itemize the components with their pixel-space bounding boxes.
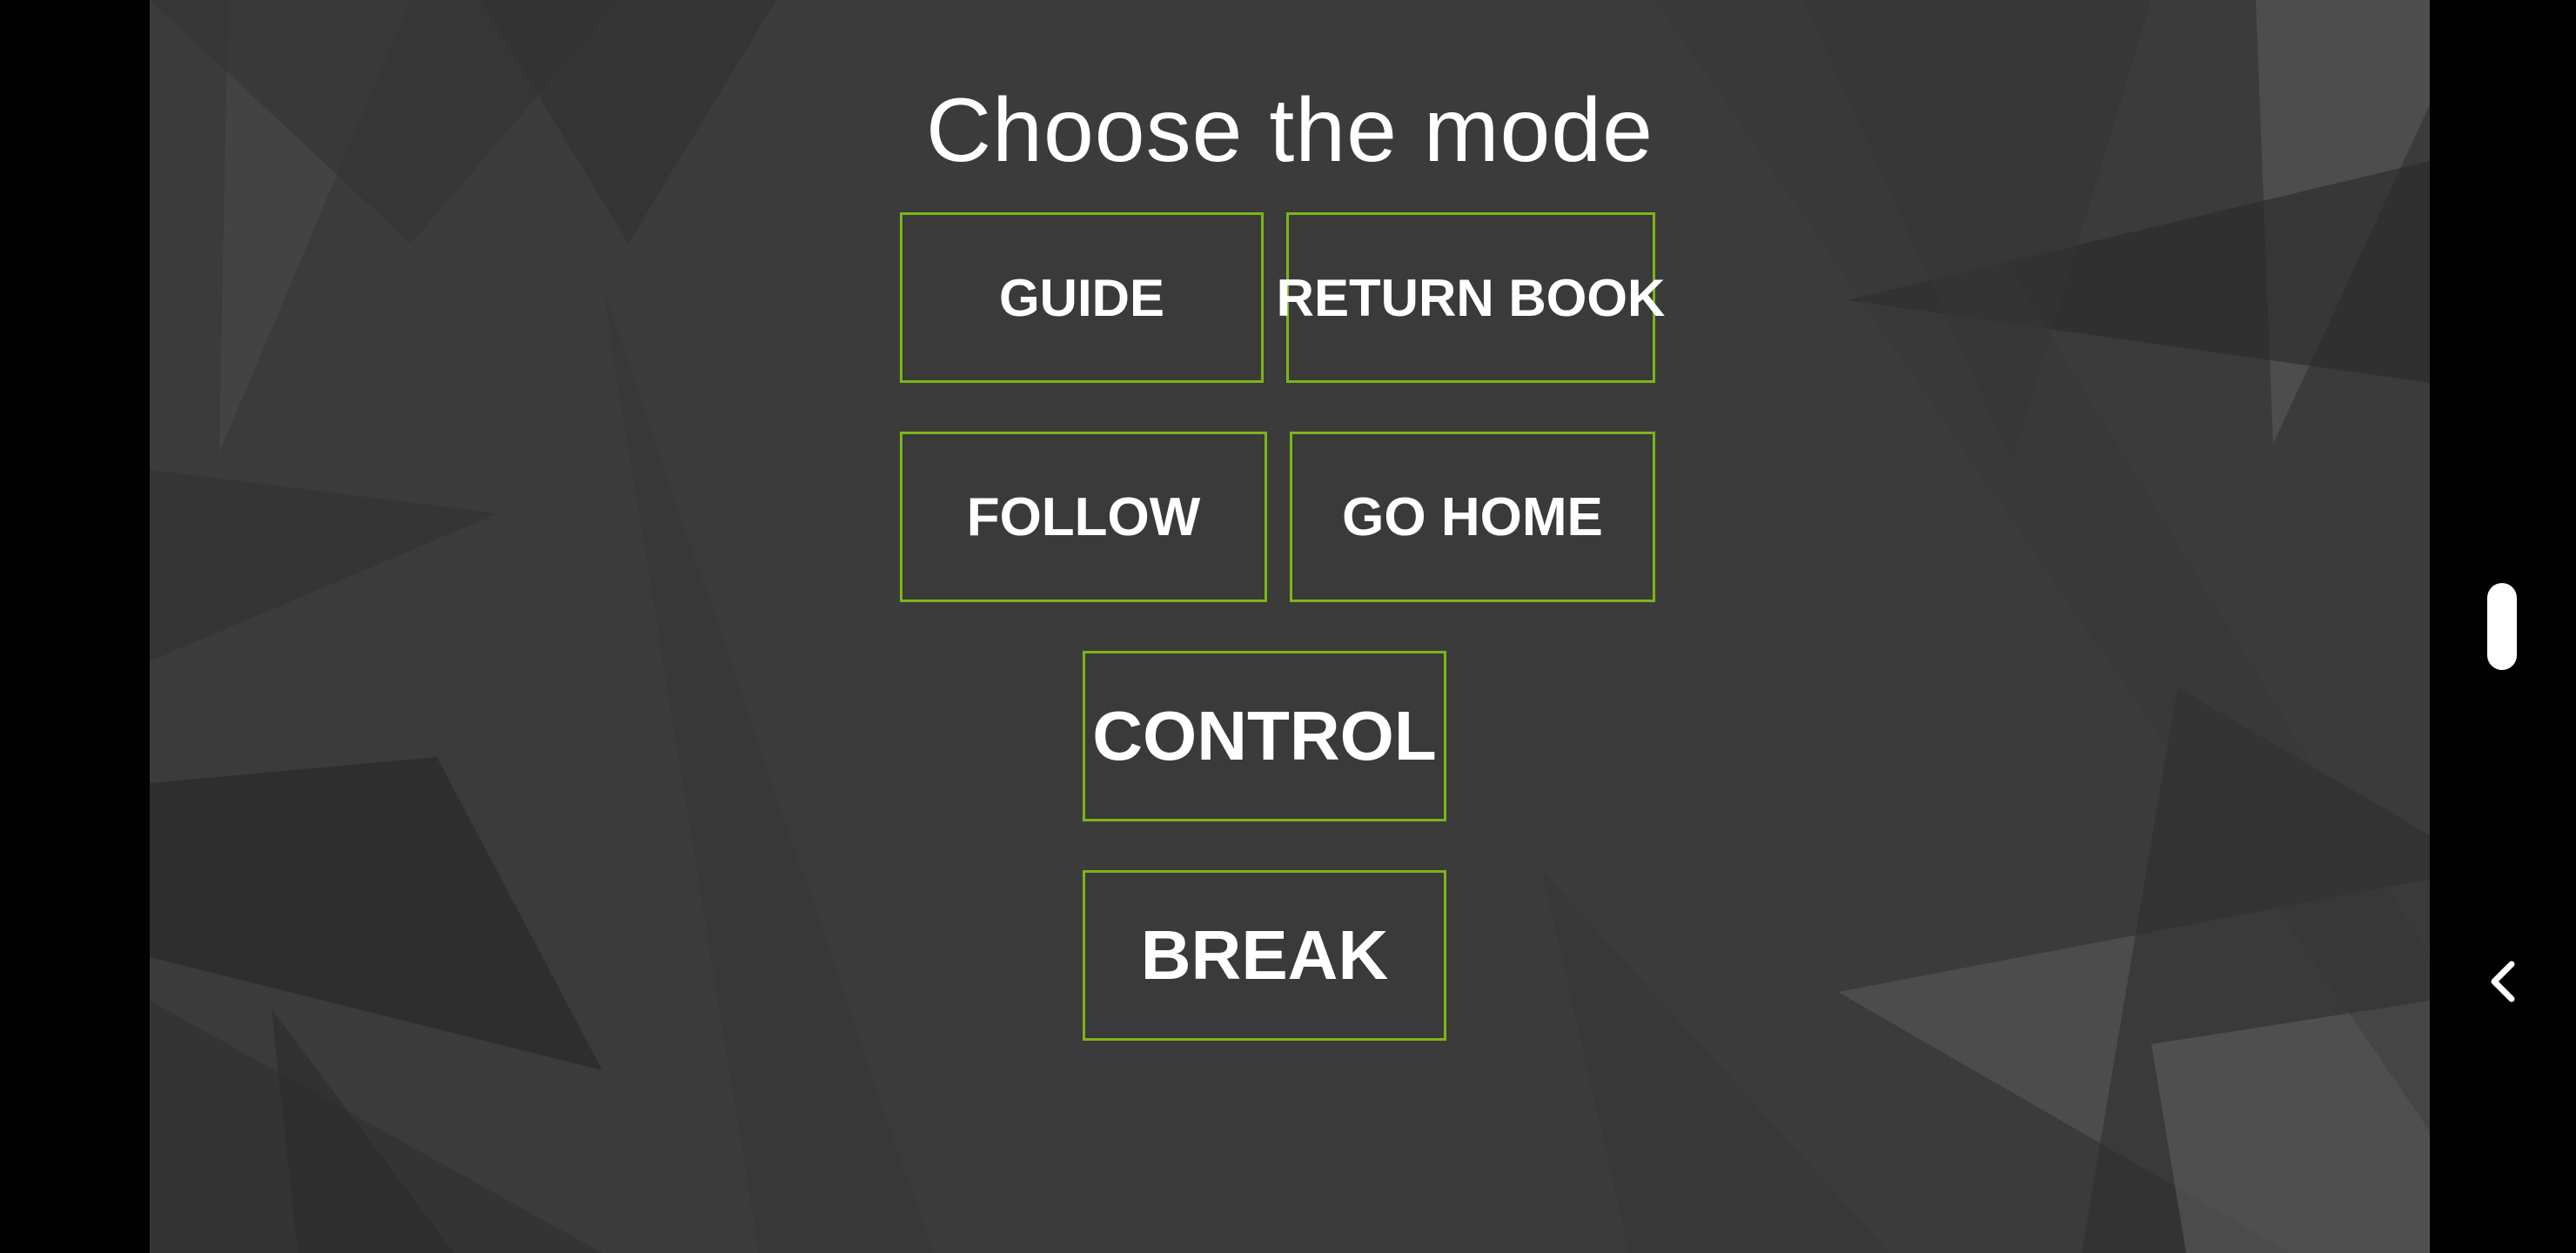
follow-button-label: FOLLOW — [966, 486, 1201, 547]
return-book-button[interactable]: RETURN BOOK — [1277, 212, 1665, 383]
control-button-label: CONTROL — [1092, 697, 1437, 774]
guide-button[interactable]: GUIDE — [900, 212, 1264, 383]
return-book-button-label: RETURN BOOK — [1276, 268, 1666, 327]
follow-button[interactable]: FOLLOW — [900, 432, 1267, 602]
background-pattern — [150, 0, 2430, 1253]
guide-button-label: GUIDE — [998, 268, 1165, 327]
device-screen: Choose the mode GUIDE RETURN BOOK FOLLOW… — [0, 0, 2576, 1253]
break-button-label: BREAK — [1140, 916, 1389, 994]
page-title: Choose the mode — [926, 80, 1654, 181]
mode-selection-screen: Choose the mode GUIDE RETURN BOOK FOLLOW… — [150, 0, 2430, 1253]
scroll-handle-icon[interactable] — [2487, 583, 2517, 670]
chevron-left-icon[interactable] — [2484, 955, 2522, 1008]
go-home-button-label: GO HOME — [1342, 486, 1603, 547]
go-home-button[interactable]: GO HOME — [1290, 432, 1655, 602]
control-button[interactable]: CONTROL — [1083, 651, 1446, 821]
break-button[interactable]: BREAK — [1083, 870, 1446, 1041]
